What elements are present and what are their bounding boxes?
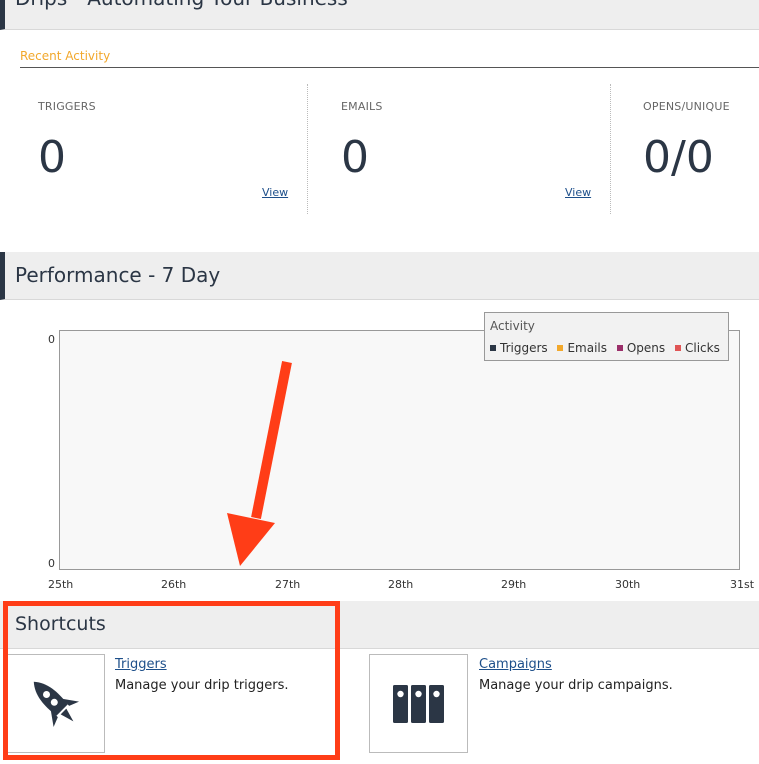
campaigns-shortcut-link[interactable]: Campaigns — [479, 657, 552, 672]
arrow-shaft — [251, 361, 292, 519]
campaigns-shortcut-image[interactable] — [369, 654, 468, 753]
campaigns-shortcut-description: Manage your drip campaigns. — [479, 678, 673, 693]
binders-icon — [393, 685, 444, 723]
arrow-head — [227, 513, 275, 566]
annotation-highlight-box — [3, 601, 340, 760]
